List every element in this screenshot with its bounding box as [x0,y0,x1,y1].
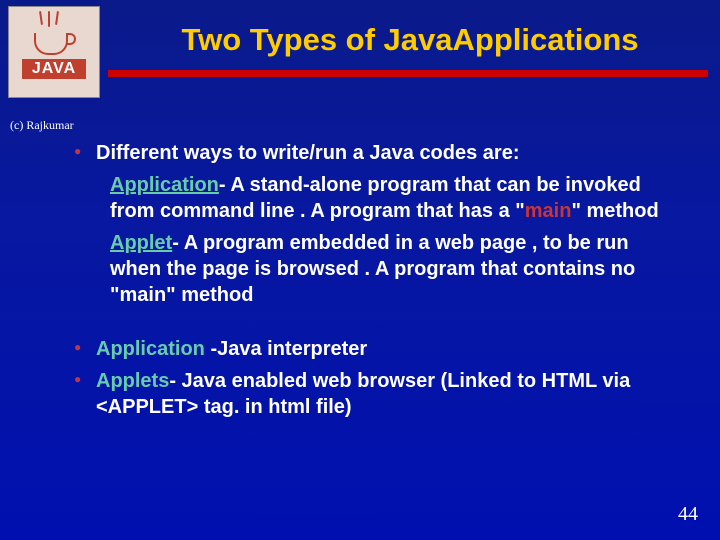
keyword-main: main [525,200,572,222]
sub-application: Application- A stand-alone program that … [70,172,690,224]
title-underline [108,70,708,77]
bullet-intro: Different ways to write/run a Java codes… [70,140,690,166]
bullet-applets: Applets- Java enabled web browser (Linke… [70,368,690,420]
bullet-application: Application -Java interpreter [70,336,690,362]
java-logo-text: JAVA [22,59,86,79]
copyright-text: (c) Rajkumar [10,118,74,133]
term-applet: Applet [110,232,172,254]
sub-applet: Applet- A program embedded in a web page… [70,230,690,308]
slide-title: Two Types of JavaApplications [120,22,700,58]
coffee-cup-icon [32,25,76,55]
slide-body: Different ways to write/run a Java codes… [70,140,690,426]
term-application: Application [110,174,219,196]
java-logo: JAVA [8,6,100,98]
page-number: 44 [678,503,698,526]
